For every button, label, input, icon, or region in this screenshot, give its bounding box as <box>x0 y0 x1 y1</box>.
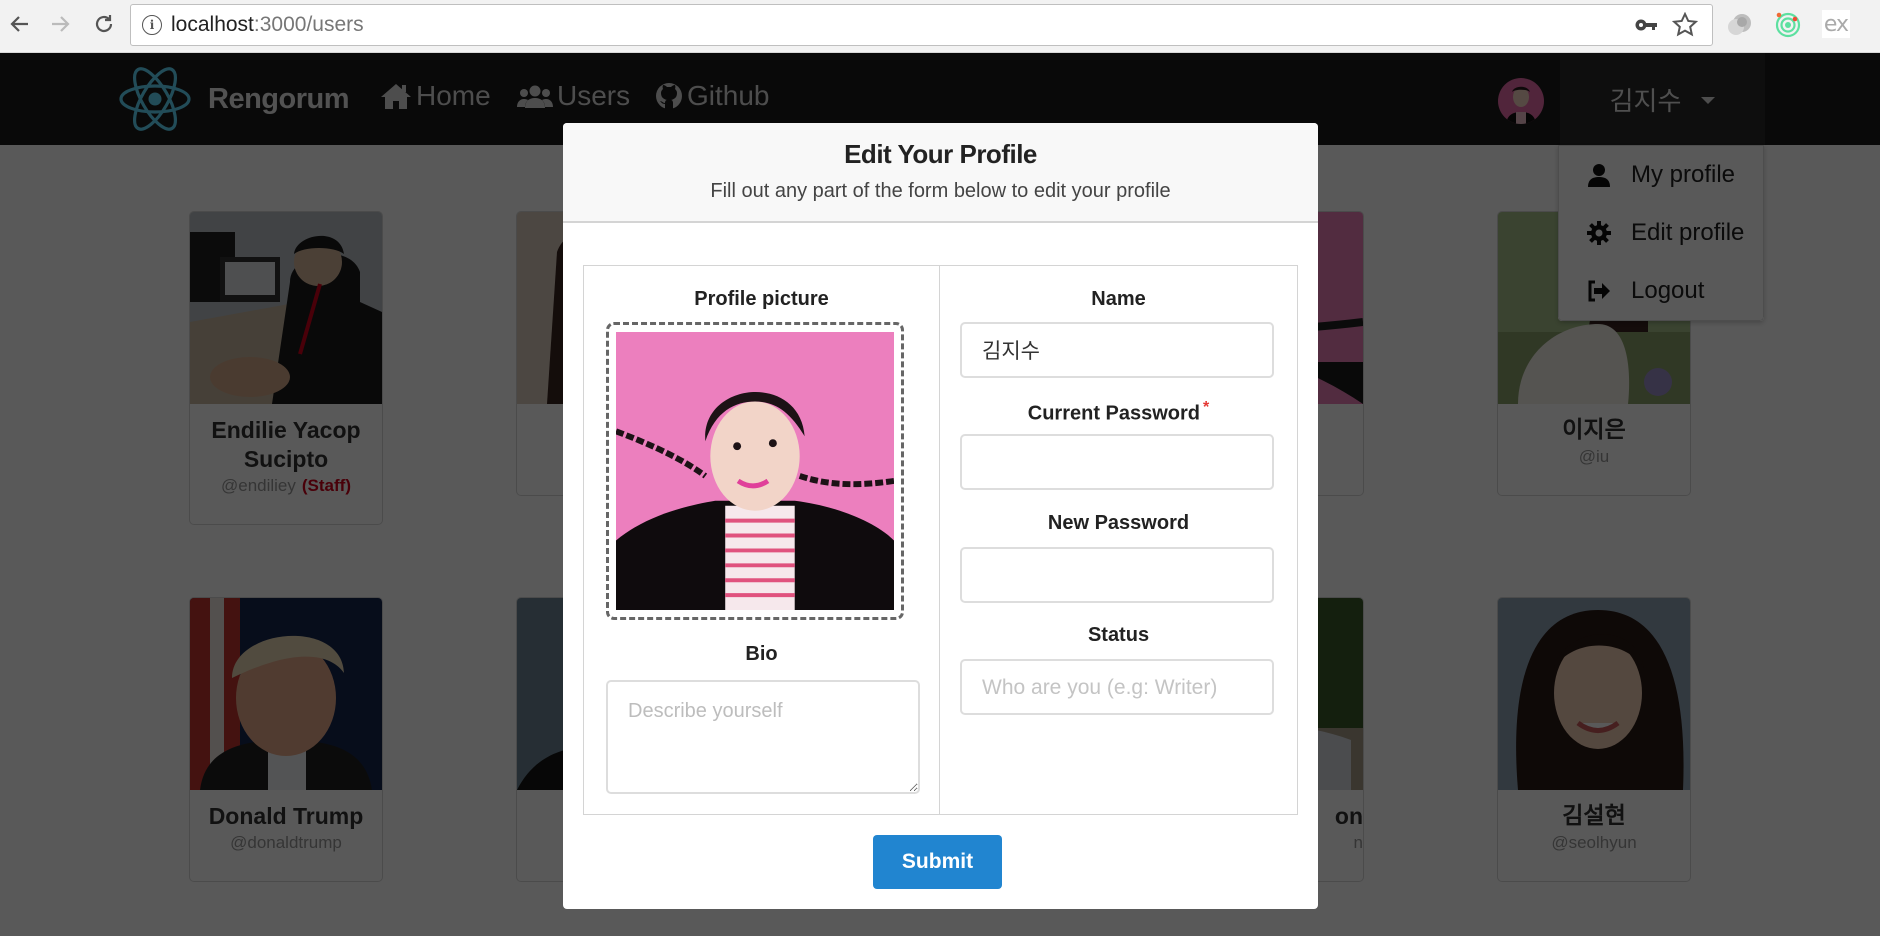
current-password-label: Current Password * <box>940 399 1297 426</box>
current-password-input[interactable] <box>960 434 1274 490</box>
arrow-right-icon <box>52 16 70 32</box>
url-host: localhost <box>171 13 254 36</box>
url-path: :3000/users <box>253 13 364 36</box>
reload-button[interactable] <box>90 10 118 38</box>
bio-label: Bio <box>745 643 778 665</box>
arrow-left-icon <box>10 16 28 32</box>
required-asterisk: * <box>1203 399 1210 416</box>
modal-title: Edit Your Profile <box>844 139 1037 169</box>
star-icon[interactable] <box>1672 12 1698 38</box>
dropdown-item-my-profile[interactable]: My profile <box>1559 146 1763 204</box>
globe-chat-icon <box>1728 14 1751 35</box>
address-bar[interactable]: i localhost:3000/users <box>130 4 1713 46</box>
globe-chat-extension[interactable] <box>1725 10 1755 40</box>
dropdown-item-label: My profile <box>1631 161 1736 188</box>
status-label: Status <box>1087 624 1150 646</box>
browser-toolbar: i localhost:3000/users ex <box>0 0 1880 53</box>
profile-picture-dropzone[interactable] <box>606 322 904 620</box>
modal-subtitle: Fill out any part of the form below to e… <box>710 180 1171 202</box>
edit-profile-modal: Edit Your Profile Fill out any part of t… <box>563 123 1318 909</box>
dropdown-item-label: Logout <box>1631 277 1705 304</box>
user-dropdown-menu: My profile Edit profile Logout <box>1558 145 1764 321</box>
back-button[interactable] <box>6 10 34 38</box>
ex-extension[interactable]: ex <box>1822 10 1850 38</box>
bio-textarea[interactable] <box>606 680 920 794</box>
modal-header: Edit Your Profile Fill out any part of t… <box>563 123 1318 223</box>
forward-button[interactable] <box>46 10 74 38</box>
current-password-label-text: Current Password <box>1027 402 1201 425</box>
info-icon[interactable]: i <box>142 15 162 35</box>
profile-picture-label: Profile picture <box>694 288 829 310</box>
submit-button[interactable]: Submit <box>873 835 1002 889</box>
url-text: localhost:3000/users <box>171 13 364 37</box>
form-left-column: Profile picture Bio <box>584 266 940 814</box>
target-icon <box>1775 12 1801 38</box>
status-input[interactable] <box>960 659 1274 715</box>
profile-form: Profile picture Bio Name <box>583 265 1298 815</box>
reload-icon <box>95 15 113 33</box>
profile-picture-preview <box>614 332 895 610</box>
form-right-column: Name Current Password* New Password Stat… <box>940 266 1297 814</box>
name-input[interactable] <box>960 322 1274 378</box>
key-icon[interactable] <box>1634 14 1658 36</box>
new-password-label: New Password <box>1047 512 1190 534</box>
sign-out-icon <box>1587 280 1611 302</box>
dropdown-item-logout[interactable]: Logout <box>1559 262 1763 320</box>
name-label: Name <box>1091 288 1146 310</box>
target-extension[interactable] <box>1773 10 1803 40</box>
dropdown-item-label: Edit profile <box>1631 219 1745 246</box>
user-icon <box>1587 163 1611 187</box>
dropdown-item-edit-profile[interactable]: Edit profile <box>1559 204 1763 262</box>
new-password-input[interactable] <box>960 547 1274 603</box>
gear-icon <box>1587 221 1611 245</box>
